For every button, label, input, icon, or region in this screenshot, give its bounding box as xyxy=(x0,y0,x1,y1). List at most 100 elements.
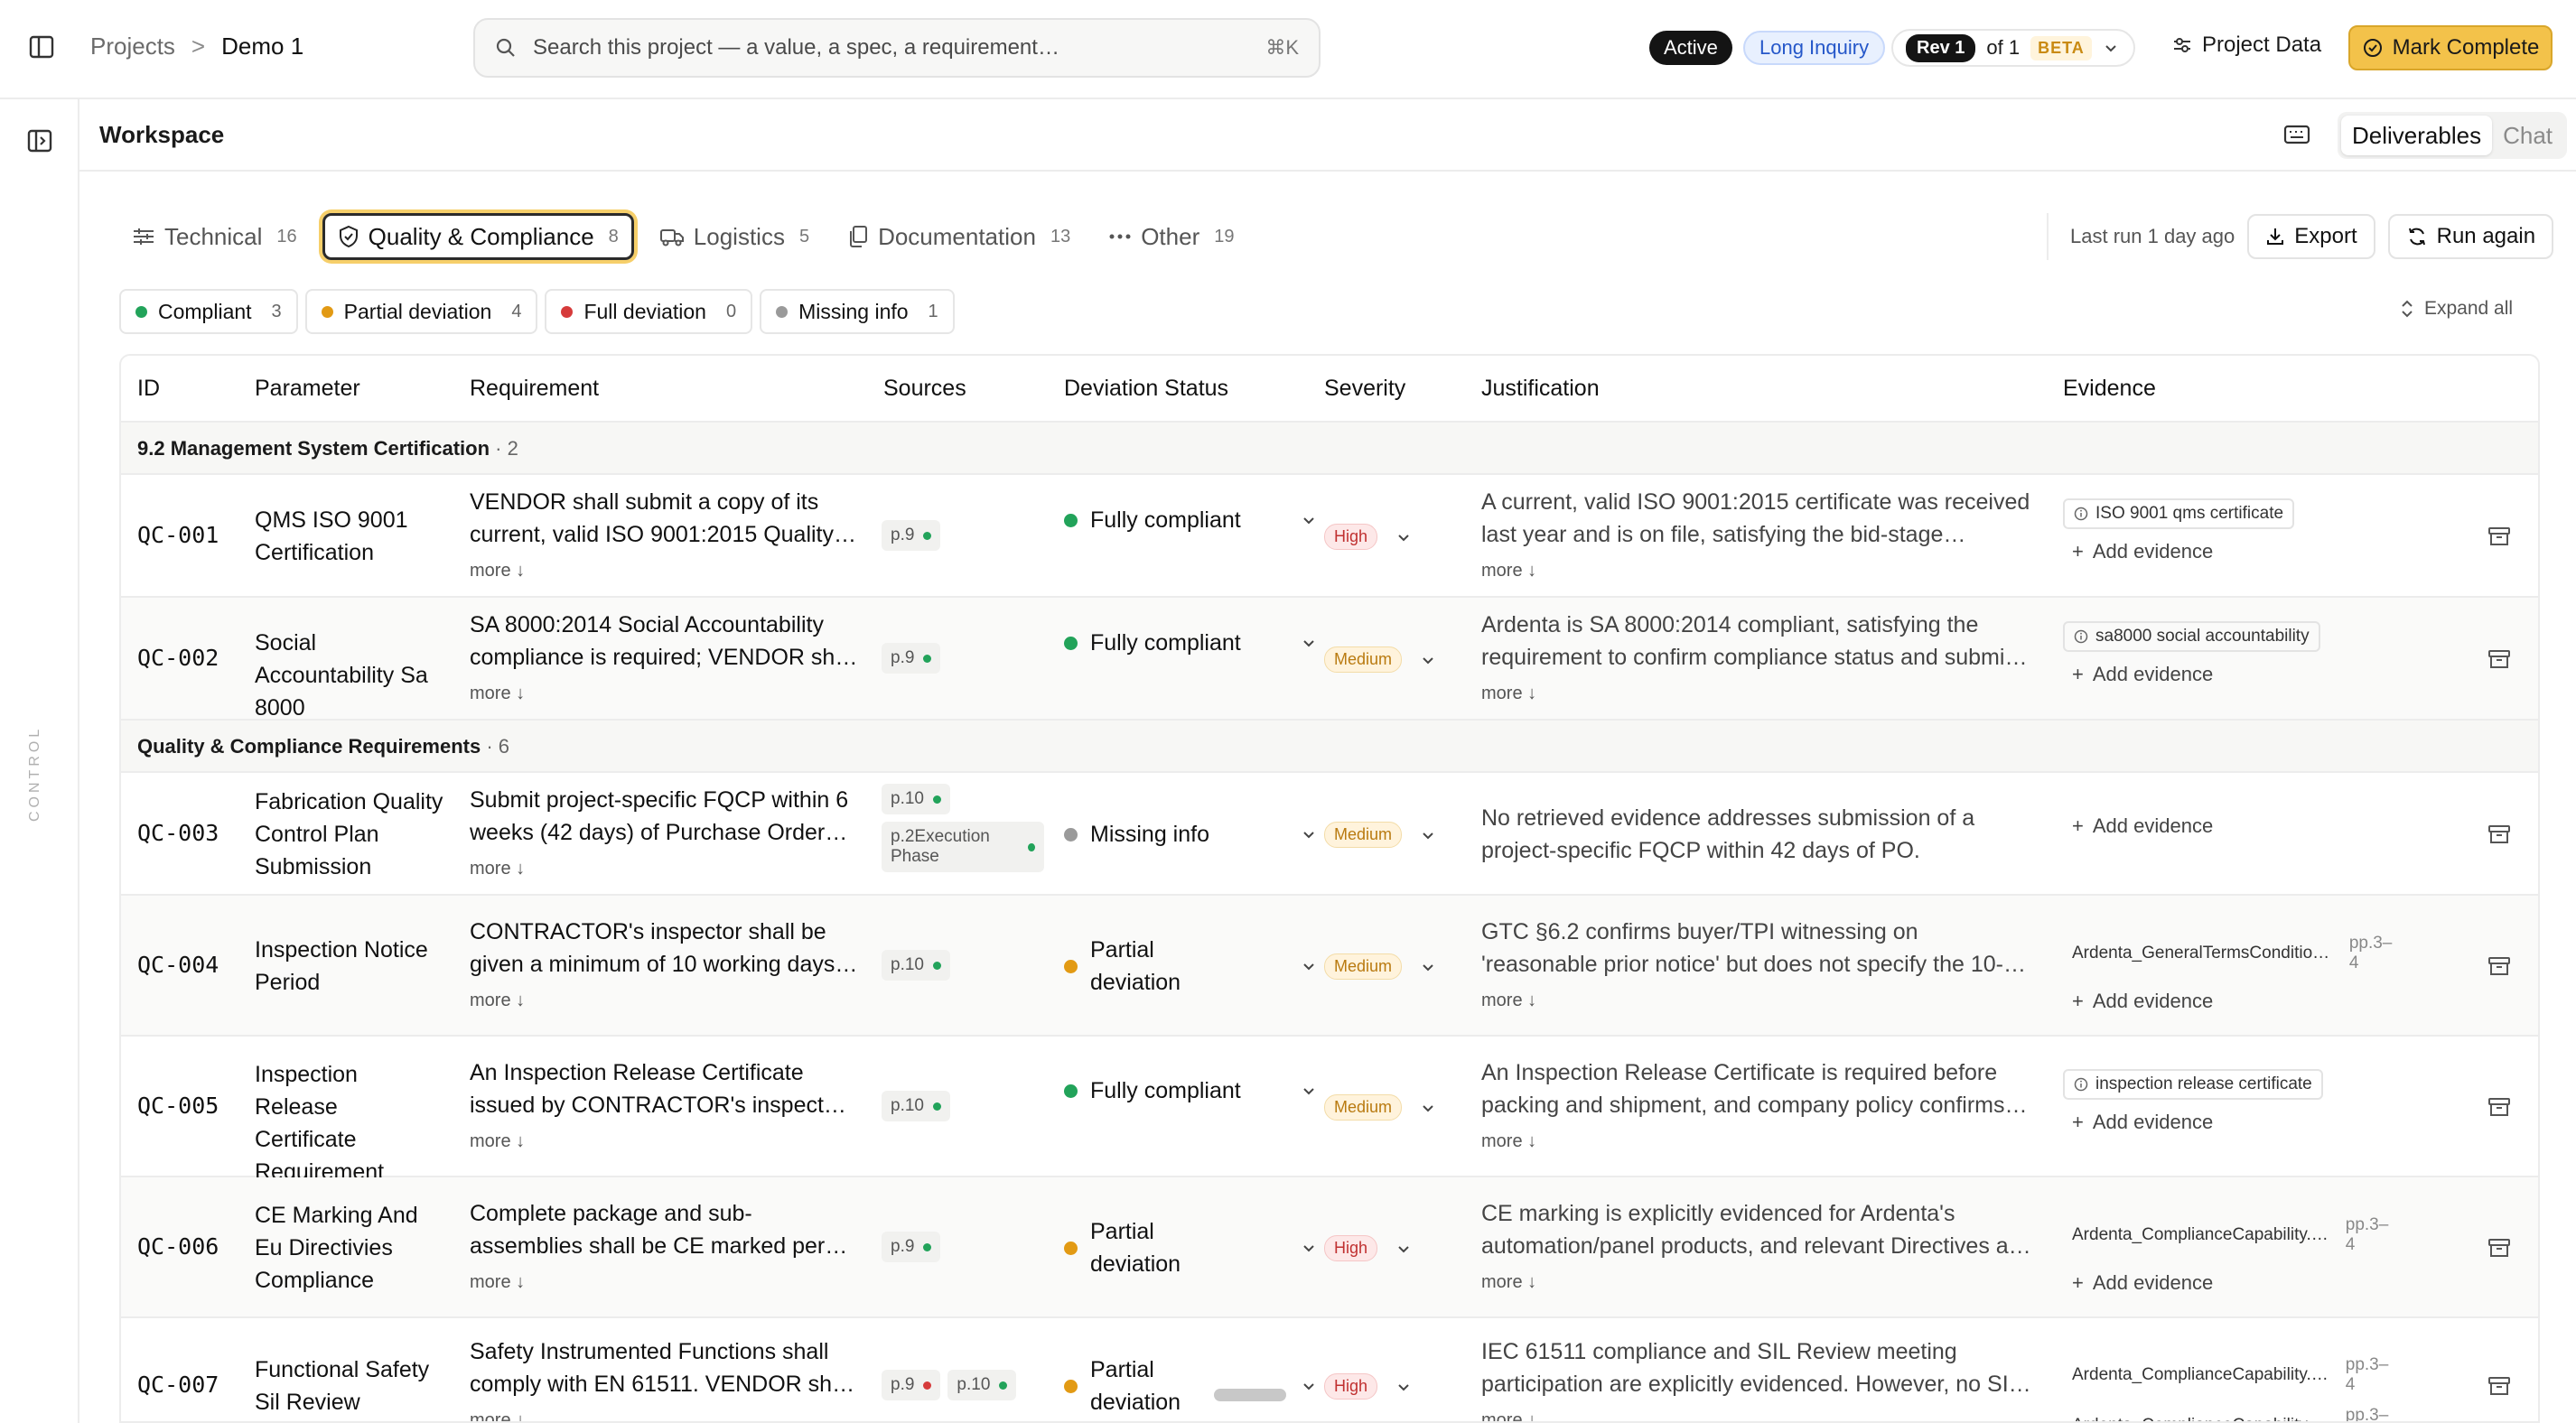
evidence-file[interactable]: Ardenta_ComplianceCapability.pdf pp.3–4 xyxy=(2063,1210,2406,1260)
source-chip[interactable]: p.10 xyxy=(947,1370,1017,1400)
row-deviation-status[interactable]: Missing info xyxy=(1064,818,1317,851)
group-header[interactable]: Quality & Compliance Requirements · 6 xyxy=(121,721,2538,773)
archive-icon[interactable] xyxy=(2487,1375,2511,1397)
add-evidence-button[interactable]: + Add evidence xyxy=(2063,814,2415,838)
table-row[interactable]: QC-006 CE Marking And Eu Directivies Comp… xyxy=(121,1177,2538,1318)
table-row[interactable]: QC-003 Fabrication Quality Control Plan S… xyxy=(121,773,2538,896)
chevron-down-icon[interactable] xyxy=(1301,1240,1317,1256)
table-row[interactable]: QC-002 Social Accountability Sa 8000 SA 80… xyxy=(121,598,2538,721)
row-severity[interactable]: High xyxy=(1324,1373,1412,1400)
evidence-file[interactable]: Ardenta_ComplianceCapability.pdf pp.3–4 xyxy=(2063,1400,2406,1421)
chevron-down-icon[interactable] xyxy=(1301,958,1317,974)
row-deviation-status[interactable]: Partial deviation xyxy=(1064,1353,1317,1418)
tab-technical[interactable]: Technical 16 xyxy=(119,213,310,260)
tab-logistics[interactable]: Logistics 5 xyxy=(647,213,822,260)
tab-other[interactable]: Other 19 xyxy=(1096,213,1246,260)
archive-button[interactable] xyxy=(2487,1096,2511,1122)
archive-button[interactable] xyxy=(2487,1237,2511,1263)
add-evidence-button[interactable]: + Add evidence xyxy=(2063,990,2415,1013)
source-chip[interactable]: p.10 xyxy=(882,784,950,814)
mark-complete-button[interactable]: Mark Complete xyxy=(2348,25,2553,70)
evidence-chip[interactable]: inspection release certificate xyxy=(2063,1069,2323,1100)
row-severity[interactable]: Medium xyxy=(1324,646,1436,673)
table-row[interactable]: QC-001 QMS ISO 9001 Certification VENDOR s… xyxy=(121,475,2538,598)
archive-button[interactable] xyxy=(2487,823,2511,850)
archive-button[interactable] xyxy=(2487,955,2511,981)
breadcrumb-projects[interactable]: Projects xyxy=(90,33,175,60)
evidence-file[interactable]: Ardenta_ComplianceCapability.pdf pp.3–4 xyxy=(2063,1350,2406,1400)
archive-button[interactable] xyxy=(2487,648,2511,674)
chevron-down-icon[interactable] xyxy=(1301,1083,1317,1099)
row-deviation-status[interactable]: Partial deviation xyxy=(1064,1215,1317,1280)
group-header[interactable]: 9.2 Management System Certification · 2 xyxy=(121,423,2538,475)
view-deliverables[interactable]: Deliverables xyxy=(2341,116,2493,155)
add-evidence-button[interactable]: + Add evidence xyxy=(2063,663,2415,686)
archive-button[interactable] xyxy=(2487,525,2511,552)
table-row[interactable]: QC-007 Functional Safety Sil Review Safety… xyxy=(121,1318,2538,1421)
row-severity[interactable]: Medium xyxy=(1324,953,1436,980)
more-link[interactable]: more ↓ xyxy=(1481,1125,2032,1158)
archive-icon[interactable] xyxy=(2487,955,2511,977)
run-again-button[interactable]: Run again xyxy=(2387,214,2554,259)
more-link[interactable]: more ↓ xyxy=(1481,984,2032,1017)
table-row[interactable]: QC-005 Inspection Release Certificate Req… xyxy=(121,1037,2538,1185)
source-chip[interactable]: p.9 xyxy=(882,1370,941,1400)
keyboard-icon[interactable] xyxy=(2283,123,2310,151)
sidebar-toggle-icon[interactable] xyxy=(29,34,58,63)
archive-icon[interactable] xyxy=(2487,1096,2511,1118)
row-severity[interactable]: High xyxy=(1324,1235,1412,1261)
chevron-down-icon[interactable] xyxy=(1395,1241,1412,1257)
evidence-chip[interactable]: sa8000 social accountability xyxy=(2063,621,2320,652)
more-link[interactable]: more ↓ xyxy=(470,1125,858,1158)
archive-icon[interactable] xyxy=(2487,525,2511,547)
evidence-chip[interactable]: ISO 9001 qms certificate xyxy=(2063,498,2295,529)
archive-icon[interactable] xyxy=(2487,1237,2511,1259)
more-link[interactable]: more ↓ xyxy=(470,852,858,885)
source-chip[interactable]: p.9 xyxy=(882,520,941,551)
chevron-down-icon[interactable] xyxy=(1420,1100,1436,1116)
evidence-file[interactable]: Ardenta_GeneralTermsConditions.pdf pp.3–4 xyxy=(2063,928,2406,979)
archive-icon[interactable] xyxy=(2487,648,2511,670)
source-chip[interactable]: p.9 xyxy=(882,1232,941,1262)
more-link[interactable]: more ↓ xyxy=(1481,1404,2032,1421)
view-chat[interactable]: Chat xyxy=(2492,116,2563,155)
row-severity[interactable]: Medium xyxy=(1324,1094,1436,1121)
more-link[interactable]: more ↓ xyxy=(470,984,858,1017)
row-deviation-status[interactable]: Fully compliant xyxy=(1064,627,1317,659)
tab-documentation[interactable]: Documentation 13 xyxy=(835,213,1083,260)
expand-all-button[interactable]: Expand all xyxy=(2399,298,2513,320)
archive-icon[interactable] xyxy=(2487,823,2511,845)
panel-toggle-icon[interactable] xyxy=(27,128,52,158)
row-deviation-status[interactable]: Partial deviation xyxy=(1064,934,1317,999)
archive-button[interactable] xyxy=(2487,1375,2511,1401)
source-chip[interactable]: p.9 xyxy=(882,643,941,674)
revision-selector[interactable]: Rev 1 of 1 BETA xyxy=(1891,29,2135,67)
row-deviation-status[interactable]: Fully compliant xyxy=(1064,1074,1317,1107)
chevron-down-icon[interactable] xyxy=(1301,512,1317,528)
filter-compliant[interactable]: Compliant 3 xyxy=(119,289,298,334)
row-deviation-status[interactable]: Fully compliant xyxy=(1064,504,1317,536)
more-link[interactable]: more ↓ xyxy=(470,554,858,587)
filter-missing-info[interactable]: Missing info 1 xyxy=(760,289,955,334)
export-button[interactable]: Export xyxy=(2247,214,2375,259)
add-evidence-button[interactable]: + Add evidence xyxy=(2063,1271,2415,1295)
tab-quality-compliance[interactable]: Quality & Compliance 8 xyxy=(322,213,634,260)
chevron-down-icon[interactable] xyxy=(1420,827,1436,843)
add-evidence-button[interactable]: + Add evidence xyxy=(2063,540,2415,563)
chevron-down-icon[interactable] xyxy=(1301,635,1317,651)
chevron-down-icon[interactable] xyxy=(1395,529,1412,545)
row-severity[interactable]: Medium xyxy=(1324,822,1436,848)
chevron-down-icon[interactable] xyxy=(1395,1379,1412,1395)
chevron-down-icon[interactable] xyxy=(1301,826,1317,842)
more-link[interactable]: more ↓ xyxy=(1481,1266,2032,1298)
filter-partial-deviation[interactable]: Partial deviation 4 xyxy=(304,289,538,334)
more-link[interactable]: more ↓ xyxy=(470,677,858,710)
row-severity[interactable]: High xyxy=(1324,524,1412,550)
chevron-down-icon[interactable] xyxy=(1420,959,1436,975)
more-link[interactable]: more ↓ xyxy=(470,1266,858,1298)
more-link[interactable]: more ↓ xyxy=(1481,554,2032,587)
source-chip[interactable]: p.2Execution Phase xyxy=(882,822,1044,872)
chevron-down-icon[interactable] xyxy=(1420,652,1436,668)
filter-full-deviation[interactable]: Full deviation 0 xyxy=(545,289,753,334)
breadcrumb-current[interactable]: Demo 1 xyxy=(221,33,303,60)
